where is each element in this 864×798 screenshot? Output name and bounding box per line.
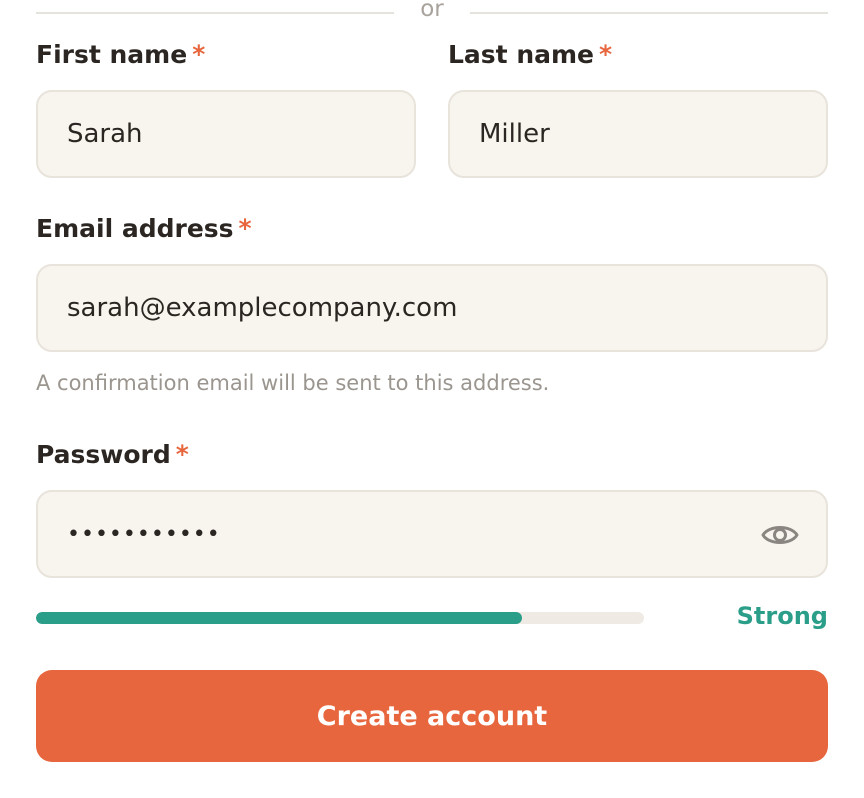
required-asterisk: *: [192, 40, 206, 69]
required-asterisk: *: [599, 40, 613, 69]
password-strength-label: Strong: [736, 602, 828, 630]
email-field[interactable]: sarah@examplecompany.com: [36, 264, 828, 352]
email-value: sarah@examplecompany.com: [67, 293, 458, 323]
last-name-value: Miller: [479, 119, 550, 149]
password-strength-meter: [36, 612, 644, 624]
first-name-field[interactable]: Sarah: [36, 90, 416, 178]
password-value: •••••••••••: [67, 521, 221, 547]
email-label-text: Email address: [36, 214, 234, 243]
password-field[interactable]: •••••••••••: [36, 490, 828, 578]
first-name-label-text: First name: [36, 40, 188, 69]
divider-line-right: [470, 12, 828, 14]
last-name-field[interactable]: Miller: [448, 90, 828, 178]
email-hint: A confirmation email will be sent to thi…: [36, 371, 550, 395]
password-strength-fill: [36, 612, 523, 624]
email-label: Email address *: [36, 214, 252, 243]
create-account-button[interactable]: Create account: [36, 670, 828, 762]
last-name-label-text: Last name: [448, 40, 595, 69]
required-asterisk: *: [238, 214, 252, 243]
first-name-label: First name *: [36, 40, 205, 69]
first-name-value: Sarah: [67, 119, 143, 149]
last-name-label: Last name *: [448, 40, 612, 69]
password-label-text: Password: [36, 440, 171, 469]
eye-icon[interactable]: [760, 515, 800, 555]
or-divider: or: [36, 0, 828, 26]
divider-text: or: [420, 0, 444, 22]
password-label: Password *: [36, 440, 189, 469]
required-asterisk: *: [175, 440, 189, 469]
divider-line-left: [36, 12, 394, 14]
